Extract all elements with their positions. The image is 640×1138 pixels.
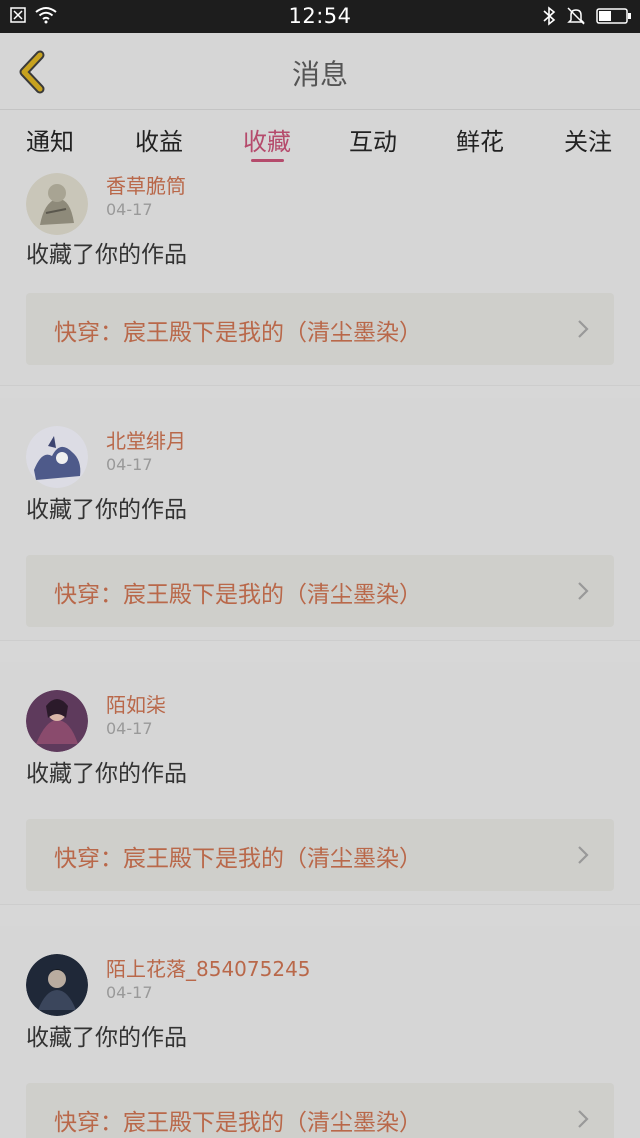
bluetooth-icon xyxy=(543,6,556,26)
avatar[interactable] xyxy=(26,954,88,1016)
chevron-right-icon xyxy=(578,1110,589,1128)
work-link[interactable]: 快穿：宸王殿下是我的（清尘墨染） xyxy=(26,1083,614,1138)
action-text: 收藏了你的作品 xyxy=(26,242,187,268)
action-text: 收藏了你的作品 xyxy=(26,761,187,787)
tab-follow[interactable]: 关注 xyxy=(548,122,628,157)
chevron-right-icon xyxy=(578,582,589,600)
list-item: 香草脆筒 04-17 收藏了你的作品 快穿：宸王殿下是我的（清尘墨染） xyxy=(0,166,640,386)
action-text: 收藏了你的作品 xyxy=(26,497,187,523)
tab-favorites[interactable]: 收藏 xyxy=(227,122,307,157)
work-title: 快穿：宸王殿下是我的（清尘墨染） xyxy=(54,1110,422,1136)
favorites-list: 香草脆筒 04-17 收藏了你的作品 快穿：宸王殿下是我的（清尘墨染） 北堂绯月… xyxy=(0,166,640,1138)
work-link[interactable]: 快穿：宸王殿下是我的（清尘墨染） xyxy=(26,819,614,891)
avatar-image xyxy=(26,173,88,235)
page-title: 消息 xyxy=(291,58,348,91)
work-link[interactable]: 快穿：宸王殿下是我的（清尘墨染） xyxy=(26,293,614,365)
date: 04-17 xyxy=(106,455,153,474)
list-item: 陌上花落_854075245 04-17 收藏了你的作品 快穿：宸王殿下是我的（… xyxy=(0,926,640,1138)
username[interactable]: 陌上花落_854075245 xyxy=(106,953,311,982)
tab-interaction[interactable]: 互动 xyxy=(333,122,413,157)
work-link[interactable]: 快穿：宸王殿下是我的（清尘墨染） xyxy=(26,555,614,627)
chevron-right-icon xyxy=(578,320,589,338)
list-item: 陌如柒 04-17 收藏了你的作品 快穿：宸王殿下是我的（清尘墨染） xyxy=(0,662,640,905)
tab-flowers[interactable]: 鲜花 xyxy=(440,122,520,157)
status-bar: 12:54 xyxy=(0,0,640,33)
avatar-image xyxy=(26,426,88,488)
avatar-image xyxy=(26,954,88,1016)
username[interactable]: 陌如柒 xyxy=(106,689,166,718)
avatar[interactable] xyxy=(26,690,88,752)
avatar[interactable] xyxy=(26,426,88,488)
mute-bell-icon xyxy=(567,7,585,25)
battery-icon xyxy=(596,8,631,24)
list-item: 北堂绯月 04-17 收藏了你的作品 快穿：宸王殿下是我的（清尘墨染） xyxy=(0,398,640,641)
work-title: 快穿：宸王殿下是我的（清尘墨染） xyxy=(54,582,422,608)
tab-bar: 通知 收益 收藏 互动 鲜花 关注 xyxy=(0,110,640,166)
username[interactable]: 北堂绯月 xyxy=(106,425,186,454)
date: 04-17 xyxy=(106,200,153,219)
header: 消息 xyxy=(0,33,640,110)
tab-notice[interactable]: 通知 xyxy=(10,122,90,157)
date: 04-17 xyxy=(106,719,153,738)
avatar[interactable] xyxy=(26,173,88,235)
active-tab-indicator xyxy=(251,159,284,162)
username[interactable]: 香草脆筒 xyxy=(106,170,186,199)
date: 04-17 xyxy=(106,983,153,1002)
tab-earnings[interactable]: 收益 xyxy=(119,122,199,157)
action-text: 收藏了你的作品 xyxy=(26,1025,187,1051)
work-title: 快穿：宸王殿下是我的（清尘墨染） xyxy=(54,846,422,872)
avatar-image xyxy=(26,690,88,752)
status-right xyxy=(542,6,632,26)
work-title: 快穿：宸王殿下是我的（清尘墨染） xyxy=(54,320,422,346)
chevron-right-icon xyxy=(578,846,589,864)
